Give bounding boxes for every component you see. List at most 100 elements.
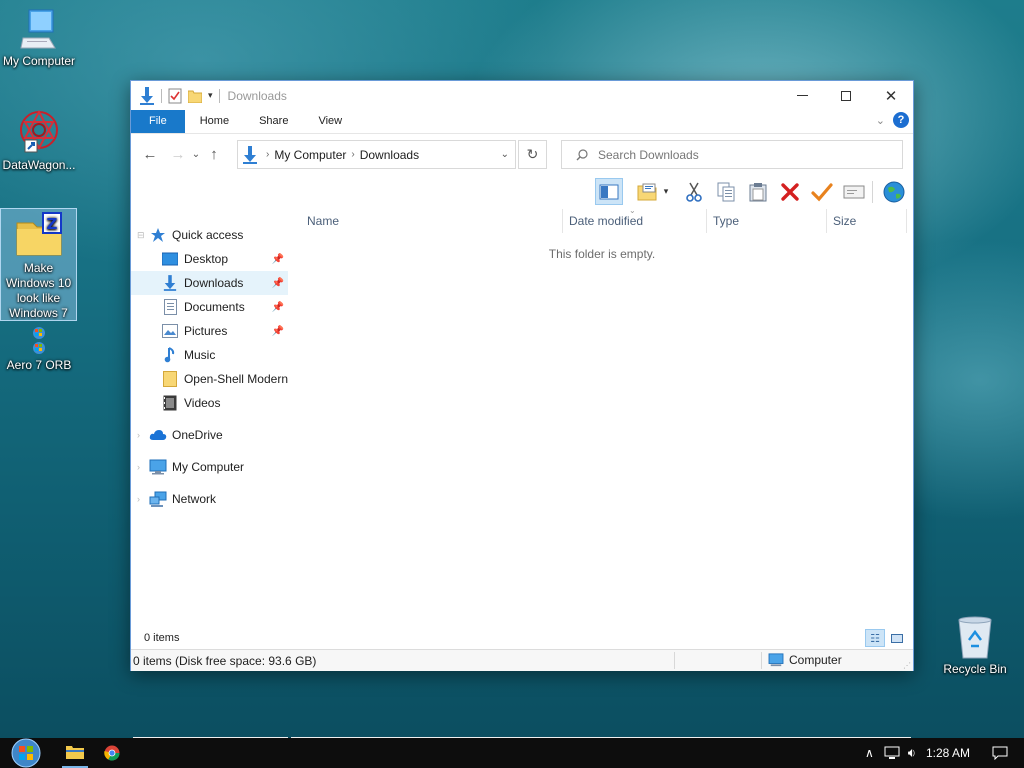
recent-locations-button[interactable]: ⌄	[189, 149, 203, 160]
windows-orb-icon	[6, 738, 46, 768]
nav-item-documents[interactable]: Documents 📌	[131, 295, 288, 319]
clipboard-icon	[749, 182, 767, 202]
expand-icon[interactable]: ›	[137, 462, 149, 472]
nav-item-onedrive[interactable]: › OneDrive	[131, 423, 288, 447]
expand-icon[interactable]: ›	[137, 494, 149, 504]
nav-item-pictures[interactable]: Pictures 📌	[131, 319, 288, 343]
delete-button[interactable]	[776, 178, 804, 205]
pin-icon[interactable]: 📌	[272, 326, 284, 337]
pin-icon[interactable]: 📌	[272, 278, 284, 289]
new-folder-icon[interactable]	[188, 89, 202, 103]
column-header-size[interactable]: Size	[827, 209, 907, 233]
up-button[interactable]: ↑	[203, 146, 225, 163]
maximize-button[interactable]	[823, 81, 869, 110]
copy-button[interactable]	[712, 178, 740, 205]
back-button[interactable]: ←	[139, 146, 161, 163]
breadcrumb-downloads[interactable]: Downloads	[360, 148, 419, 162]
tab-share[interactable]: Share	[244, 110, 303, 133]
desktop-icon-my-computer[interactable]: My Computer	[1, 8, 77, 69]
cut-button[interactable]	[680, 178, 708, 205]
tab-view[interactable]: View	[303, 110, 357, 133]
address-bar[interactable]: › My Computer › Downloads ⌄	[237, 140, 516, 169]
status-zone: Computer	[789, 653, 842, 667]
music-icon	[161, 347, 179, 363]
clock[interactable]: 1:28 AM	[926, 746, 970, 760]
start-button[interactable]	[4, 738, 48, 768]
address-dropdown-icon[interactable]: ⌄	[501, 149, 509, 160]
tab-file[interactable]: File	[131, 110, 185, 133]
details-view-button[interactable]: ☷	[865, 629, 885, 647]
svg-text:Z: Z	[46, 215, 57, 233]
nav-item-label: Music	[184, 348, 216, 362]
taskbar-file-explorer[interactable]	[62, 738, 88, 768]
collapse-icon[interactable]: ⊟	[137, 230, 149, 241]
column-header-type[interactable]: Type	[707, 209, 827, 233]
network-icon[interactable]	[884, 746, 900, 760]
refresh-button[interactable]: ↻	[518, 140, 547, 169]
large-icons-view-button[interactable]	[887, 629, 907, 647]
desktop-icon-aero-orb[interactable]: Aero 7 ORB	[1, 326, 77, 373]
tab-home[interactable]: Home	[185, 110, 244, 133]
file-list[interactable]: Name Date modified ⌄ Type Size This fold…	[291, 206, 913, 609]
folder-options-dropdown[interactable]: ▾	[659, 178, 673, 205]
volume-icon[interactable]: 🔉︎	[908, 745, 916, 761]
folder-options-button[interactable]	[633, 178, 661, 205]
nav-item-downloads[interactable]: Downloads 📌	[131, 271, 288, 295]
taskbar-chrome[interactable]	[100, 738, 124, 768]
item-count: 0 items	[144, 632, 180, 644]
nav-item-label: Quick access	[172, 228, 244, 242]
show-hidden-icons-icon[interactable]: ∧	[865, 746, 874, 760]
sort-indicator-icon: ⌄	[629, 206, 636, 215]
properties-icon[interactable]	[168, 88, 182, 104]
close-button[interactable]: ✕	[868, 81, 914, 110]
pin-icon[interactable]: 📌	[272, 302, 284, 313]
desktop-icon-datawagon[interactable]: DataWagon...	[1, 108, 77, 173]
network-icon	[149, 491, 167, 507]
desktop-icon-recycle-bin[interactable]: Recycle Bin	[937, 614, 1013, 677]
breadcrumb-my-computer[interactable]: My Computer	[274, 148, 346, 162]
nav-item-music[interactable]: Music	[131, 343, 288, 367]
nav-item-desktop[interactable]: Desktop 📌	[131, 247, 288, 271]
column-headers: Name Date modified ⌄ Type Size	[291, 206, 913, 233]
back-arrow-icon: ←	[142, 146, 158, 163]
nav-item-label: OneDrive	[172, 428, 223, 442]
breadcrumb-chevron-icon[interactable]: ›	[351, 149, 354, 160]
nav-item-videos[interactable]: Videos	[131, 391, 288, 415]
action-center-icon[interactable]	[992, 746, 1008, 760]
minimize-button[interactable]	[779, 81, 825, 110]
downloads-arrow-icon	[242, 145, 258, 164]
resize-grip-icon[interactable]: ⋰	[903, 661, 911, 670]
expand-ribbon-icon[interactable]: ⌄	[876, 114, 885, 127]
help-button[interactable]: ?	[893, 112, 909, 128]
properties-button[interactable]	[808, 178, 836, 205]
title-bar[interactable]: ▾ Downloads ✕	[131, 81, 913, 110]
expand-icon[interactable]: ›	[137, 430, 149, 440]
desktop-icon-label: Aero 7 ORB	[6, 358, 72, 372]
aero-orb-icon	[29, 326, 49, 356]
videos-icon	[161, 395, 179, 411]
nav-item-label: Network	[172, 492, 217, 506]
web-browser-button[interactable]	[880, 178, 908, 205]
breadcrumb-chevron-icon[interactable]: ›	[266, 149, 269, 160]
nav-item-network[interactable]: › Network	[131, 487, 288, 511]
quick-access-toolbar-dropdown-icon[interactable]: ▾	[208, 90, 213, 101]
folder-icon	[161, 371, 179, 387]
folder-icon	[66, 745, 84, 759]
desktop-icon-label: Recycle Bin	[943, 662, 1007, 676]
navigation-pane-icon	[599, 184, 619, 200]
column-header-name[interactable]: Name	[301, 209, 563, 233]
nav-item-open-shell-modern[interactable]: Open-Shell Modern	[131, 367, 288, 391]
navigation-pane-toggle-button[interactable]	[595, 178, 623, 205]
nav-item-my-computer[interactable]: › My Computer	[131, 455, 288, 479]
pictures-icon	[161, 323, 179, 339]
pin-icon[interactable]: 📌	[272, 254, 284, 265]
paste-button[interactable]	[744, 178, 772, 205]
email-button[interactable]	[840, 178, 868, 205]
forward-button[interactable]: →	[167, 146, 189, 163]
desktop-icon-make-windows[interactable]: Z Make Windows 10 look like Windows 7	[0, 208, 77, 321]
status-disk-space: 0 items (Disk free space: 93.6 GB)	[133, 654, 317, 668]
nav-item-label: Pictures	[184, 324, 228, 338]
search-box[interactable]: Search Downloads	[561, 140, 903, 169]
nav-item-quick-access[interactable]: ⊟ Quick access	[131, 223, 288, 247]
nav-item-label: Open-Shell Modern	[183, 372, 288, 386]
